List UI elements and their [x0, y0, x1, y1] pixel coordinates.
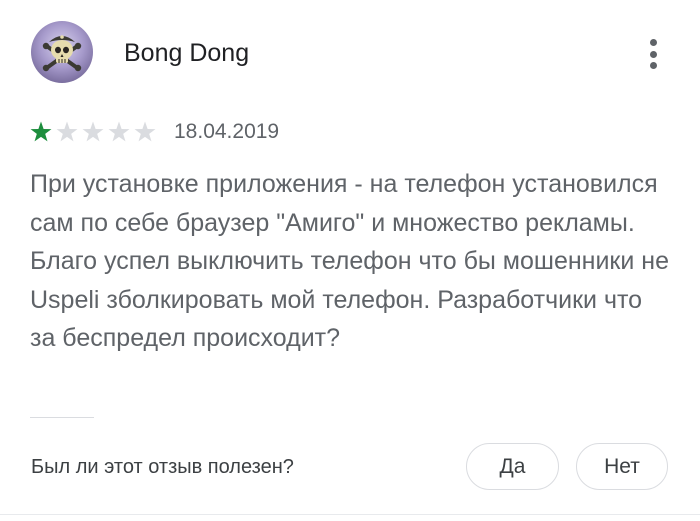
star-filled-icon [30, 121, 52, 142]
divider [0, 514, 700, 515]
star-empty-icon [134, 121, 156, 142]
review-card: Bong Dong 18.04.2019 При установке прило… [0, 0, 700, 521]
more-vert-icon-dot [649, 50, 657, 58]
divider [30, 417, 94, 418]
skull-crossbones-icon [42, 35, 82, 72]
more-options-button[interactable] [640, 37, 666, 71]
star-rating [30, 121, 160, 143]
helpful-no-button[interactable]: Нет [576, 443, 668, 490]
helpful-yes-button[interactable]: Да [466, 443, 559, 490]
star-empty-icon [108, 121, 130, 142]
avatar[interactable] [31, 21, 93, 83]
star-empty-icon [82, 121, 104, 142]
author-name: Bong Dong [124, 39, 250, 67]
more-vert-icon-dot [649, 62, 657, 69]
helpful-question: Был ли этот отзыв полезен? [31, 456, 294, 478]
review-date: 18.04.2019 [174, 120, 280, 143]
star-empty-icon [56, 121, 78, 142]
review-text: При установке приложения - на телефон ус… [30, 170, 669, 353]
more-vert-icon-dot [649, 39, 657, 46]
